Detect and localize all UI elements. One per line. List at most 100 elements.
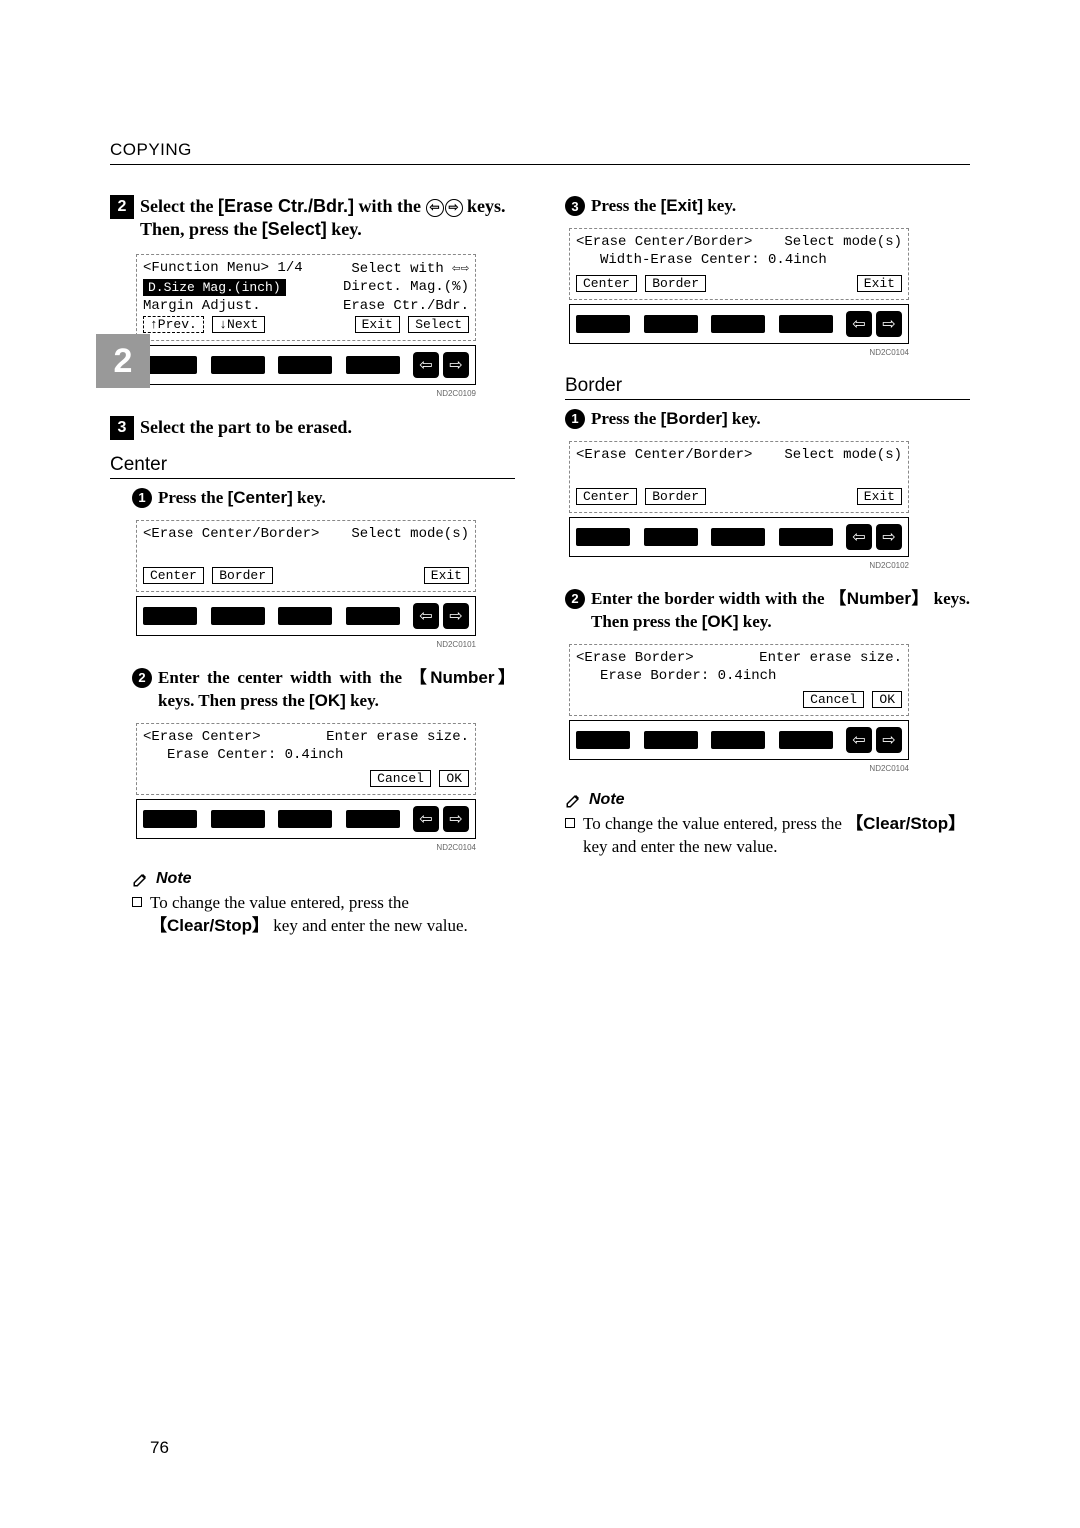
arrow-left-key[interactable]: ⇦ [846, 524, 872, 550]
clear-stop-key-2: Clear/Stop [863, 814, 948, 833]
lcd1-r1r: Select with [351, 261, 452, 277]
lcd6-ok[interactable]: OK [872, 691, 902, 708]
lcd-erase-border: <Erase Border> Enter erase size. Erase B… [569, 644, 909, 716]
lcd6-r1r: Enter erase size. [759, 650, 902, 666]
lcd5-center[interactable]: Center [576, 488, 637, 505]
soft-key[interactable] [711, 315, 765, 333]
lcd1-dsizemag[interactable]: D.Size Mag.(inch) [143, 279, 286, 296]
soft-key[interactable] [346, 607, 400, 625]
sub1-b: key. [293, 488, 326, 507]
number-key-2: Number [847, 589, 911, 608]
lcd2-exit[interactable]: Exit [424, 567, 469, 584]
soft-key[interactable] [143, 356, 197, 374]
note-bullet-icon [565, 818, 575, 828]
sub3-a: Press the [591, 196, 661, 215]
arrow-right-key[interactable]: ⇨ [443, 806, 469, 832]
right-arrow-icon: ⇨ [445, 199, 463, 217]
left-column: 2 Select the [Erase Ctr./Bdr.] with the … [110, 195, 515, 937]
soft-panel-5: ⇦⇨ [569, 517, 909, 557]
lcd5-r1r: Select mode(s) [784, 447, 902, 463]
lcd-erase-cb-2: <Erase Center/Border> Select mode(s) Cen… [569, 441, 909, 513]
soft-key[interactable] [143, 607, 197, 625]
lcd2-r1l: <Erase Center/Border> [143, 526, 319, 542]
arrow-left-key[interactable]: ⇦ [413, 352, 439, 378]
substep-center-2: 2 Enter the center width with the 【Numbe… [110, 667, 515, 713]
soft-key[interactable] [143, 810, 197, 828]
substep-border-1: 1 Press the [Border] key. [565, 408, 970, 431]
soft-key[interactable] [278, 356, 332, 374]
soft-key[interactable] [576, 731, 630, 749]
sub5-c: key. [739, 612, 772, 631]
exit-key: [Exit] [661, 196, 704, 215]
lcd4-border[interactable]: Border [645, 275, 706, 292]
sub3-b: key. [703, 196, 736, 215]
lcd1-select[interactable]: Select [408, 316, 469, 333]
soft-key[interactable] [644, 528, 698, 546]
ok-key-1: [OK] [309, 691, 346, 710]
note-left-a: To change the value entered, press the [150, 893, 409, 912]
lcd1-exit[interactable]: Exit [355, 316, 400, 333]
lcd3-cancel[interactable]: Cancel [370, 770, 431, 787]
lcd3-ok[interactable]: OK [439, 770, 469, 787]
note-right-b: key and enter the new value. [583, 837, 777, 856]
lcd1-next[interactable]: ↓Next [212, 316, 265, 333]
page-number: 76 [150, 1438, 169, 1458]
caption-3: ND2C0104 [136, 843, 476, 852]
chapter-tab: 2 [96, 334, 150, 388]
arrow-right-key[interactable]: ⇨ [876, 311, 902, 337]
soft-key[interactable] [211, 810, 265, 828]
lcd3-r1r: Enter erase size. [326, 729, 469, 745]
soft-key[interactable] [346, 356, 400, 374]
lcd4-r1l: <Erase Center/Border> [576, 234, 752, 250]
arrow-right-key[interactable]: ⇨ [443, 603, 469, 629]
lcd5-border[interactable]: Border [645, 488, 706, 505]
soft-key[interactable] [278, 607, 332, 625]
arrow-left-key[interactable]: ⇦ [846, 311, 872, 337]
arrow-left-key[interactable]: ⇦ [413, 603, 439, 629]
caption-1: ND2C0109 [136, 389, 476, 398]
soft-key[interactable] [779, 528, 833, 546]
soft-key[interactable] [711, 731, 765, 749]
lcd6-cancel[interactable]: Cancel [803, 691, 864, 708]
lcd1-prev[interactable]: ↑Prev. [143, 316, 204, 333]
arrow-left-key[interactable]: ⇦ [846, 727, 872, 753]
soft-key[interactable] [644, 315, 698, 333]
lcd2-border[interactable]: Border [212, 567, 273, 584]
arrow-right-key[interactable]: ⇨ [876, 727, 902, 753]
lcd1-margin: Margin Adjust. [143, 298, 261, 314]
note-head-text-left: Note [156, 870, 192, 888]
lcd6-r2: Erase Border: 0.4inch [600, 668, 776, 684]
soft-key[interactable] [211, 607, 265, 625]
lcd4-exit[interactable]: Exit [857, 275, 902, 292]
lcd5-exit[interactable]: Exit [857, 488, 902, 505]
soft-key[interactable] [644, 731, 698, 749]
page-header: COPYING [110, 140, 970, 165]
soft-key[interactable] [711, 528, 765, 546]
sub4-a: Press the [591, 409, 661, 428]
lcd4-center[interactable]: Center [576, 275, 637, 292]
lcd-erase-cb-exit: <Erase Center/Border> Select mode(s) Wid… [569, 228, 909, 300]
right-column: 3 Press the [Exit] key. <Erase Center/Bo… [565, 195, 970, 937]
pencil-icon [132, 870, 150, 888]
soft-key[interactable] [779, 315, 833, 333]
step-2: 2 Select the [Erase Ctr./Bdr.] with the … [110, 195, 515, 242]
sub2-c: key. [346, 691, 379, 710]
step3-text: Select the part to be erased. [140, 416, 352, 439]
soft-key[interactable] [576, 315, 630, 333]
soft-key[interactable] [278, 810, 332, 828]
soft-key[interactable] [346, 810, 400, 828]
soft-key[interactable] [576, 528, 630, 546]
step-badge-3: 3 [110, 416, 134, 440]
soft-key[interactable] [779, 731, 833, 749]
note-body-right: To change the value entered, press the 【… [565, 813, 970, 859]
lcd2-center[interactable]: Center [143, 567, 204, 584]
arrow-left-key[interactable]: ⇦ [413, 806, 439, 832]
arrow-right-key[interactable]: ⇨ [876, 524, 902, 550]
soft-key[interactable] [211, 356, 265, 374]
arrow-right-key[interactable]: ⇨ [443, 352, 469, 378]
substep-num-b2: 2 [565, 589, 585, 609]
substep-num-1: 1 [132, 488, 152, 508]
step-badge-2: 2 [110, 195, 134, 219]
ok-key-2: [OK] [702, 612, 739, 631]
border-heading: Border [565, 375, 970, 400]
